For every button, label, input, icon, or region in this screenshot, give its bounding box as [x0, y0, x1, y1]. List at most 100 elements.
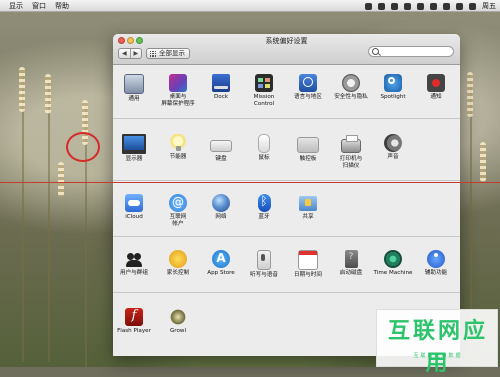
pane-label: 通用 [128, 96, 140, 102]
qq-icon[interactable] [365, 2, 372, 10]
annotation-line [0, 182, 500, 183]
network-icon [212, 194, 230, 212]
pane-general[interactable]: 通用 [114, 74, 154, 103]
startup-disk-icon [344, 250, 358, 268]
pane-label: 节能器 [169, 154, 187, 160]
pane-security-privacy[interactable]: 安全性与隐私 [331, 74, 371, 101]
pane-label: 触控板 [299, 156, 317, 162]
pane-label: 启动磁盘 [339, 270, 363, 276]
pane-energy-saver[interactable]: 节能器 [158, 134, 198, 161]
pane-accessibility[interactable]: 辅助功能 [416, 250, 456, 277]
general-icon [124, 74, 144, 94]
pane-language-region[interactable]: 语言与地区 [288, 74, 328, 101]
pane-dock[interactable]: Dock [201, 74, 241, 101]
pane-flash-player[interactable]: Flash Player [114, 308, 154, 335]
pane-desktop-screensaver[interactable]: 桌面与 屏幕保护程序 [158, 74, 198, 108]
grid-icon [150, 50, 156, 57]
dictation-speech-icon [257, 250, 271, 270]
pane-label: 用户与群组 [120, 270, 148, 276]
highlight-circle [66, 132, 100, 162]
pane-displays[interactable]: 显示器 [114, 134, 154, 163]
pane-mission-control[interactable]: Mission Control [244, 74, 284, 108]
search-input[interactable] [380, 47, 450, 56]
menu-extras: 周五 [365, 0, 496, 12]
dock-icon [212, 74, 230, 92]
pane-growl[interactable]: Growl [158, 308, 198, 335]
grass-reed [480, 142, 486, 182]
pane-label: 语言与地区 [294, 94, 322, 100]
pane-printers-scanners[interactable]: 打印机与 扫描仪 [331, 134, 371, 170]
menu-item-display[interactable]: 显示 [9, 1, 23, 11]
grass-reed [58, 162, 64, 197]
pane-internet-accounts[interactable]: 互联网 帐户 [158, 194, 198, 228]
pane-trackpad[interactable]: 触控板 [288, 134, 328, 163]
time-machine-menu-icon[interactable] [404, 2, 411, 10]
wifi-icon[interactable] [430, 2, 437, 10]
search-icon [372, 48, 379, 55]
flag-icon[interactable] [469, 2, 476, 10]
bluetooth-menu-icon[interactable] [417, 2, 424, 10]
menu-clock[interactable]: 周五 [482, 1, 496, 11]
parental-controls-icon [169, 250, 187, 268]
airplay-icon[interactable] [391, 2, 398, 10]
internet-accounts-icon [169, 194, 187, 212]
icloud-icon [125, 194, 143, 212]
pane-label: 共享 [302, 214, 314, 220]
pane-keyboard[interactable]: 键盘 [201, 134, 241, 163]
pane-label: 蓝牙 [258, 214, 270, 220]
mission-control-icon [255, 74, 273, 92]
flash-player-icon [125, 308, 143, 326]
menu-item-help[interactable]: 帮助 [55, 1, 69, 11]
pane-users-groups[interactable]: 用户与群组 [114, 250, 154, 277]
pane-label: Spotlight [380, 94, 406, 100]
pane-bluetooth[interactable]: 蓝牙 [244, 194, 284, 221]
pane-icloud[interactable]: iCloud [114, 194, 154, 221]
back-button[interactable]: ◀ [119, 49, 130, 58]
watermark-subtext: 互联网应用数据 [413, 353, 463, 359]
pane-network[interactable]: 网络 [201, 194, 241, 221]
spotlight-icon [384, 74, 402, 92]
pane-dictation-speech[interactable]: 听写与语音 [244, 250, 284, 279]
pane-date-time[interactable]: 日期与时间 [288, 250, 328, 279]
grass-stem [48, 82, 50, 362]
pane-label: App Store [207, 270, 235, 276]
pane-label: 听写与语音 [250, 272, 278, 278]
camera-icon[interactable] [378, 2, 385, 10]
sharing-icon [299, 196, 317, 211]
pane-label: 网络 [215, 214, 227, 220]
section-divider [113, 180, 460, 181]
forward-button[interactable]: ▶ [129, 49, 142, 58]
pane-time-machine[interactable]: Time Machine [371, 250, 415, 277]
pane-label: Dock [213, 94, 229, 100]
volume-icon[interactable] [443, 2, 450, 10]
growl-icon [169, 308, 187, 326]
pane-parental-controls[interactable]: 家长控制 [158, 250, 198, 277]
pane-label: 鼠标 [258, 155, 270, 161]
printers-scanners-icon [341, 135, 361, 153]
pane-app-store[interactable]: App Store [201, 250, 241, 277]
pane-notifications[interactable]: 通知 [416, 74, 456, 101]
energy-saver-icon [169, 134, 187, 152]
search-field[interactable] [368, 46, 454, 57]
pane-sound[interactable]: 声音 [373, 134, 413, 161]
section-divider [113, 236, 460, 237]
watermark-text: 互联网应用 [387, 319, 488, 376]
pane-label: 辅助功能 [424, 270, 448, 276]
pane-label: 通知 [430, 94, 442, 100]
pane-sharing[interactable]: 共享 [288, 194, 328, 221]
pane-spotlight[interactable]: Spotlight [373, 74, 413, 101]
section-divider [113, 292, 460, 293]
show-all-button[interactable]: 全部显示 [146, 48, 190, 59]
menu-item-window[interactable]: 窗口 [32, 1, 46, 11]
pane-startup-disk[interactable]: 启动磁盘 [331, 250, 371, 277]
battery-icon[interactable] [456, 2, 463, 10]
grass-stem [470, 82, 472, 322]
security-privacy-icon [342, 74, 360, 92]
pane-label: 日期与时间 [294, 272, 322, 278]
menu-bar: 显示 窗口 帮助 周五 [0, 0, 500, 12]
pane-label: 安全性与隐私 [334, 94, 368, 100]
title-bar: 系统偏好设置 ◀ ▶ 全部显示 [113, 34, 460, 65]
pane-label: 声音 [387, 154, 399, 160]
notifications-icon [427, 74, 445, 92]
pane-mouse[interactable]: 鼠标 [244, 134, 284, 162]
